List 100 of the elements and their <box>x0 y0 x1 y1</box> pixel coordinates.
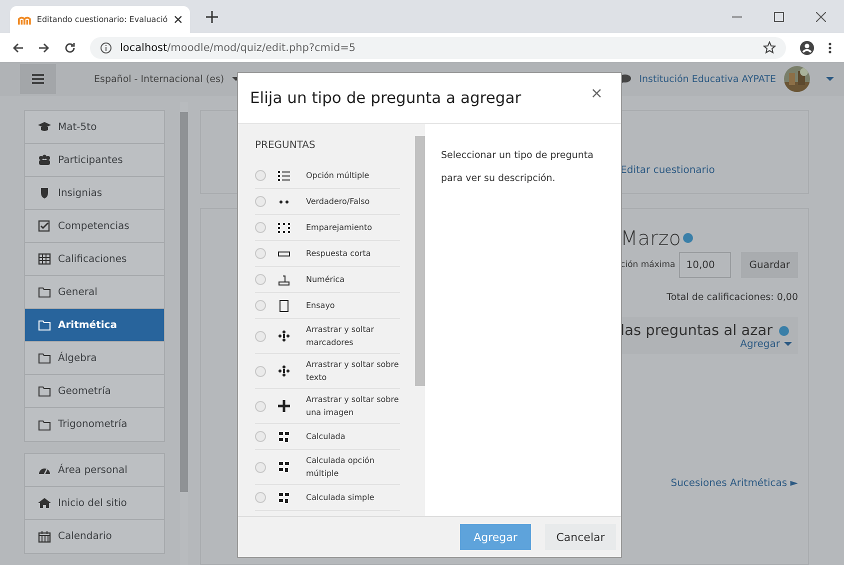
question-type-label: Arrastrar y soltar sobre texto <box>306 359 400 384</box>
browser-tab[interactable]: Editando cuestionario: Evaluació <box>10 6 190 33</box>
question-type-label: Respuesta corta <box>306 248 371 260</box>
sidebar-label: Álgebra <box>58 352 97 364</box>
sidebar-item[interactable]: Álgebra <box>25 342 164 375</box>
radio-button[interactable] <box>255 196 266 207</box>
question-type-icon <box>278 300 290 312</box>
address-bar[interactable]: localhost/moodle/mod/quiz/edit.php?cmid=5 <box>90 36 786 58</box>
sidebar-item[interactable]: Insignias <box>25 177 164 210</box>
radio-button[interactable] <box>255 248 266 259</box>
question-type-label: Calculada opción múltiple <box>306 455 376 480</box>
question-type-option[interactable]: Numérica <box>255 267 400 293</box>
sidebar-item[interactable]: Mat-5to <box>25 111 164 144</box>
scrollbar-thumb[interactable] <box>180 112 188 492</box>
scrollbar[interactable] <box>415 124 425 516</box>
question-type-option[interactable]: Calculada simple <box>255 485 400 511</box>
question-type-option[interactable]: Arrastrar y soltar sobre texto <box>255 354 400 389</box>
radio-button[interactable] <box>255 330 266 342</box>
section-heading: las preguntas al azar <box>620 323 773 339</box>
question-type-option[interactable]: Calculada <box>255 424 400 450</box>
radio-button[interactable] <box>255 222 266 233</box>
question-type-icon <box>278 365 290 377</box>
quiz-heading: Marzo <box>620 226 682 250</box>
sidebar-item[interactable]: General <box>25 276 164 309</box>
user-name[interactable]: Institución Educativa AYPATE <box>639 74 776 84</box>
question-type-icon <box>278 170 290 182</box>
radio-button[interactable] <box>255 431 266 442</box>
sidebar-label: Geometría <box>58 386 111 396</box>
question-type-icon <box>278 430 290 442</box>
question-type-icon <box>278 274 290 286</box>
shield-icon <box>38 187 51 199</box>
sidebar-item[interactable]: Competencias <box>25 210 164 243</box>
sidebar-label: Trigonometría <box>58 419 128 430</box>
close-icon[interactable] <box>816 12 826 22</box>
radio-button[interactable] <box>255 400 266 412</box>
tab-title: Editando cuestionario: Evaluació <box>36 15 168 24</box>
close-button[interactable]: × <box>584 83 609 103</box>
menu-button[interactable] <box>20 64 56 94</box>
folder-icon <box>38 352 51 364</box>
sidebar-item[interactable]: Inicio del sitio <box>25 487 164 520</box>
sidebar-item[interactable]: Aritmética <box>25 309 164 342</box>
section-label: PREGUNTAS <box>255 140 316 151</box>
sidebar-item[interactable]: Calificaciones <box>25 243 164 276</box>
menu-icon[interactable] <box>828 42 832 54</box>
add-menu[interactable]: Agregar <box>740 339 780 350</box>
question-type-option[interactable]: Ensayo <box>255 293 400 319</box>
sidebar-label: Calendario <box>58 531 112 542</box>
radio-button[interactable] <box>255 492 266 503</box>
question-type-icon <box>278 330 290 342</box>
radio-button[interactable] <box>255 462 266 472</box>
save-button[interactable]: Guardar <box>741 252 798 278</box>
sidebar-item[interactable]: Trigonometría <box>25 408 164 441</box>
question-type-label: Calculada simple <box>306 492 374 504</box>
question-type-option[interactable]: Arrastrar y soltar sobre una imagen <box>255 389 400 424</box>
moodle-logo-icon <box>18 14 31 26</box>
sidebar-label: Participantes <box>58 154 123 166</box>
grid-icon <box>38 253 51 265</box>
question-type-option[interactable]: Respuesta corta <box>255 241 400 267</box>
sidebar-item[interactable]: Área personal <box>25 454 164 487</box>
forward-icon[interactable] <box>38 42 50 54</box>
question-type-option[interactable]: Verdadero/Falso <box>255 189 400 215</box>
radio-button[interactable] <box>255 170 266 181</box>
home-icon <box>38 497 51 509</box>
maximize-icon[interactable] <box>774 12 784 22</box>
account-icon[interactable] <box>800 40 814 54</box>
folder-icon <box>38 418 51 430</box>
new-tab-icon[interactable] <box>206 10 218 22</box>
question-type-label: Opción múltiple <box>306 170 370 182</box>
back-icon[interactable] <box>12 42 24 54</box>
question-type-option[interactable]: Calculada opción múltiple <box>255 450 400 485</box>
question-type-label: Calculada <box>306 431 346 443</box>
sidebar-item[interactable]: Calendario <box>25 520 164 553</box>
question-type-label: Ensayo <box>306 300 335 312</box>
calendar-icon <box>38 530 51 542</box>
question-type-icon <box>278 400 290 412</box>
reload-icon[interactable] <box>64 42 76 54</box>
question-type-option[interactable]: Arrastrar y soltar marcadores <box>255 319 400 354</box>
sidebar-item[interactable]: Geometría <box>25 375 164 408</box>
question-type-label: Arrastrar y soltar sobre una imagen <box>306 394 400 419</box>
close-icon[interactable] <box>174 15 182 24</box>
radio-button[interactable] <box>255 274 266 285</box>
folder-icon <box>38 286 51 298</box>
radio-button[interactable] <box>255 300 266 311</box>
check-icon <box>38 220 51 232</box>
star-icon[interactable] <box>763 41 776 54</box>
next-activity-link[interactable]: Sucesiones Aritméticas ► <box>670 478 798 489</box>
question-type-option[interactable]: Emparejamiento <box>255 215 400 241</box>
max-grade-field[interactable]: 10,00 <box>679 252 732 278</box>
sidebar-label: Insignias <box>58 188 102 198</box>
question-type-option[interactable]: Opción múltiple <box>255 163 400 189</box>
language-menu[interactable]: Español - Internacional (es) <box>94 74 224 84</box>
cancel-button[interactable]: Cancelar <box>545 524 616 550</box>
sidebar-item[interactable]: Participantes <box>25 144 164 177</box>
cap-icon <box>38 121 51 133</box>
question-type-icon <box>278 222 290 234</box>
scrollbar-thumb[interactable] <box>415 136 425 386</box>
radio-button[interactable] <box>255 366 266 376</box>
sidebar-label: Área personal <box>58 464 128 476</box>
sidebar-label: Aritmética <box>58 320 117 330</box>
info-icon <box>100 42 112 54</box>
